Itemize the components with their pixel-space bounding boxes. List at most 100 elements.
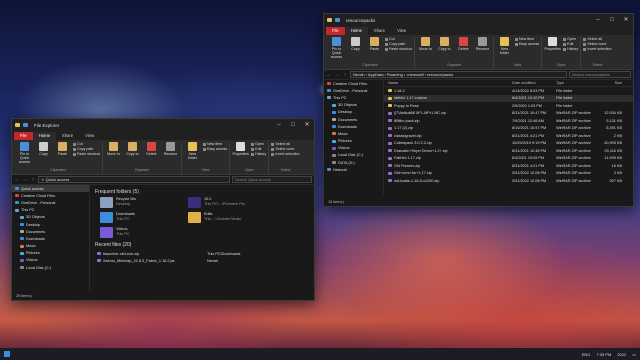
- rename-button[interactable]: Rename: [162, 142, 179, 168]
- properties-button[interactable]: Properties: [544, 37, 561, 63]
- sidebar-item-this-pc[interactable]: This PC: [12, 207, 89, 214]
- search-input[interactable]: Search Quick access: [232, 176, 312, 183]
- tab-view[interactable]: View: [391, 27, 412, 35]
- rename-button[interactable]: Rename: [474, 37, 491, 63]
- minimize-icon[interactable]: –: [591, 14, 605, 26]
- minimize-icon[interactable]: –: [272, 119, 286, 131]
- table-row[interactable]: 1.17 (2).zip 8/10/2021 10:57 PM WinRAR ZIP…: [384, 125, 633, 133]
- address-bar[interactable]: ★ Quick access: [38, 176, 230, 183]
- invert-selection-button[interactable]: Invert selection: [583, 47, 612, 51]
- cut-button[interactable]: Cut: [73, 142, 100, 146]
- open-button[interactable]: Open: [563, 37, 578, 41]
- sidebar-item-pictures[interactable]: Pictures: [324, 138, 383, 145]
- sidebar-item-local-disk[interactable]: Local Disk (C:): [324, 152, 383, 159]
- sidebar-item-data[interactable]: DATA (D:): [324, 159, 383, 166]
- frequent-folder-item[interactable]: Recycle Bin Desktop: [100, 197, 180, 208]
- table-row[interactable]: Cubedpack 3.0.2.2.zip 10/29/2019 9:19 PM W…: [384, 140, 633, 148]
- paste-button[interactable]: Paste: [54, 142, 71, 168]
- title-bar[interactable]: resourcepacks – □ ✕: [324, 14, 633, 26]
- up-icon[interactable]: ↑: [30, 177, 36, 183]
- select-none-button[interactable]: Select none: [583, 42, 611, 46]
- history-button[interactable]: History: [563, 47, 578, 51]
- sidebar-item-music[interactable]: Music: [12, 243, 89, 250]
- forward-icon[interactable]: →: [334, 72, 340, 78]
- table-row[interactable]: Poppy to Rose 2/9/2020 1:03 PM File folder: [384, 102, 633, 110]
- tab-file[interactable]: File: [326, 27, 345, 35]
- sidebar-item-documents[interactable]: Documents: [12, 228, 89, 235]
- column-date[interactable]: Date modified: [512, 81, 556, 85]
- sidebar-item-music[interactable]: Music: [324, 130, 383, 137]
- tab-file[interactable]: File: [14, 132, 33, 140]
- clock[interactable]: 7:09 PM: [596, 352, 611, 357]
- move-to-button[interactable]: Move to: [105, 142, 122, 168]
- sidebar-item-this-pc[interactable]: This PC: [324, 94, 383, 101]
- address-bar[interactable]: Nevah › AppData › Roaming › .minecraft › resourc…: [350, 71, 567, 78]
- table-row[interactable]: faithful 1.17 custom 8/4/2021 10:10 PM Fil…: [384, 94, 633, 102]
- date[interactable]: 2022: [617, 352, 626, 357]
- sidebar-item-3d-objects[interactable]: 3D Objects: [12, 214, 89, 221]
- sidebar-item-creative-cloud[interactable]: Creative Cloud Files: [324, 80, 383, 87]
- select-all-button[interactable]: Select all: [271, 142, 299, 146]
- recent-file-item[interactable]: tlauncher-x64.exe.zip This PC\Downloads: [90, 250, 314, 257]
- language-indicator[interactable]: ENG: [582, 352, 591, 357]
- forward-icon[interactable]: →: [22, 177, 28, 183]
- copy-button[interactable]: Copy: [35, 142, 52, 168]
- paste-shortcut-button[interactable]: Paste shortcut: [385, 47, 412, 51]
- sidebar-item-onedrive[interactable]: OneDrive - Personal: [12, 199, 89, 206]
- invert-selection-button[interactable]: Invert selection: [271, 152, 300, 156]
- table-row[interactable]: 8Bitko pack.zip 7/9/2021 12:48 AM WinRAR Z…: [384, 117, 633, 125]
- notification-icon[interactable]: ▭: [632, 352, 636, 357]
- sidebar-item-desktop[interactable]: Desktop: [12, 221, 89, 228]
- sidebar-item-pictures[interactable]: Pictures: [12, 250, 89, 257]
- close-icon[interactable]: ✕: [300, 119, 314, 131]
- sidebar-item-videos[interactable]: Videos: [12, 257, 89, 264]
- maximize-icon[interactable]: □: [605, 14, 619, 26]
- table-row[interactable]: Old+ores+for+1.17.zip 3/31/2022 12:08 PM W…: [384, 170, 633, 178]
- copy-to-button[interactable]: Copy to: [124, 142, 141, 168]
- properties-icon[interactable]: [23, 123, 28, 127]
- column-name[interactable]: Name: [384, 81, 512, 85]
- sidebar-item-videos[interactable]: Videos: [324, 145, 383, 152]
- up-icon[interactable]: ↑: [342, 72, 348, 78]
- table-row[interactable]: classicgravel.zip 8/31/2021 4:21 PM WinRAR…: [384, 132, 633, 140]
- start-icon[interactable]: [4, 351, 10, 357]
- pin-button[interactable]: Pin to Quick access: [328, 37, 345, 63]
- properties-button[interactable]: Properties: [232, 142, 249, 168]
- title-bar[interactable]: File Explorer – □ ✕: [12, 119, 314, 131]
- close-icon[interactable]: ✕: [619, 14, 633, 26]
- frequent-folder-item[interactable]: 15.0 This PC\...\Premiere Pro: [188, 197, 268, 208]
- history-button[interactable]: History: [251, 152, 266, 156]
- cut-button[interactable]: Cut: [385, 37, 412, 41]
- sidebar-item-downloads[interactable]: Downloads: [324, 123, 383, 130]
- easy-access-button[interactable]: Easy access: [202, 147, 227, 151]
- sidebar-item-desktop[interactable]: Desktop: [324, 109, 383, 116]
- table-row[interactable]: old-boats-1-16-5-s1200.zip 3/31/2022 12:0…: [384, 177, 633, 185]
- easy-access-button[interactable]: Easy access: [514, 42, 539, 46]
- frequent-folder-item[interactable]: Edits This ...\Youtube Music: [188, 212, 268, 223]
- tab-home[interactable]: Home: [344, 27, 368, 35]
- maximize-icon[interactable]: □: [286, 119, 300, 131]
- sidebar-item-downloads[interactable]: Downloads: [12, 235, 89, 242]
- table-row[interactable]: 1.18.2 4/13/2022 8:03 PM File folder: [384, 87, 633, 95]
- new-folder-button[interactable]: New folder: [184, 142, 201, 168]
- paste-button[interactable]: Paste: [366, 37, 383, 63]
- frequent-folder-item[interactable]: Downloads This PC: [100, 212, 180, 223]
- select-all-button[interactable]: Select all: [583, 37, 611, 41]
- properties-icon[interactable]: [335, 18, 340, 22]
- new-item-button[interactable]: New item: [514, 37, 539, 41]
- table-row[interactable]: §7Vadkult8K 8F1-MPr1 MC.zip 8/31/2021 10:…: [384, 110, 633, 118]
- sidebar-item-network[interactable]: Network: [324, 166, 383, 173]
- new-item-button[interactable]: New item: [202, 142, 227, 146]
- sidebar-item-documents[interactable]: Documents: [324, 116, 383, 123]
- recent-files-header[interactable]: Recent files (20): [90, 238, 314, 250]
- copy-path-button[interactable]: Copy path: [73, 147, 100, 151]
- back-icon[interactable]: ←: [326, 72, 332, 78]
- explorer-window-quick-access[interactable]: File Explorer – □ ✕ File Home Share View P…: [11, 118, 315, 301]
- tab-view[interactable]: View: [79, 132, 100, 140]
- open-button[interactable]: Open: [251, 142, 266, 146]
- sidebar-item-creative-cloud[interactable]: Creative Cloud Files: [12, 192, 89, 199]
- paste-shortcut-button[interactable]: Paste shortcut: [73, 152, 100, 156]
- delete-button[interactable]: Delete: [455, 37, 472, 63]
- frequent-folder-item[interactable]: Videos This PC: [100, 227, 180, 238]
- recent-file-item[interactable]: Xaeros_Minimap_22.8.3_Fabric_1.18.2.jar N…: [90, 257, 314, 264]
